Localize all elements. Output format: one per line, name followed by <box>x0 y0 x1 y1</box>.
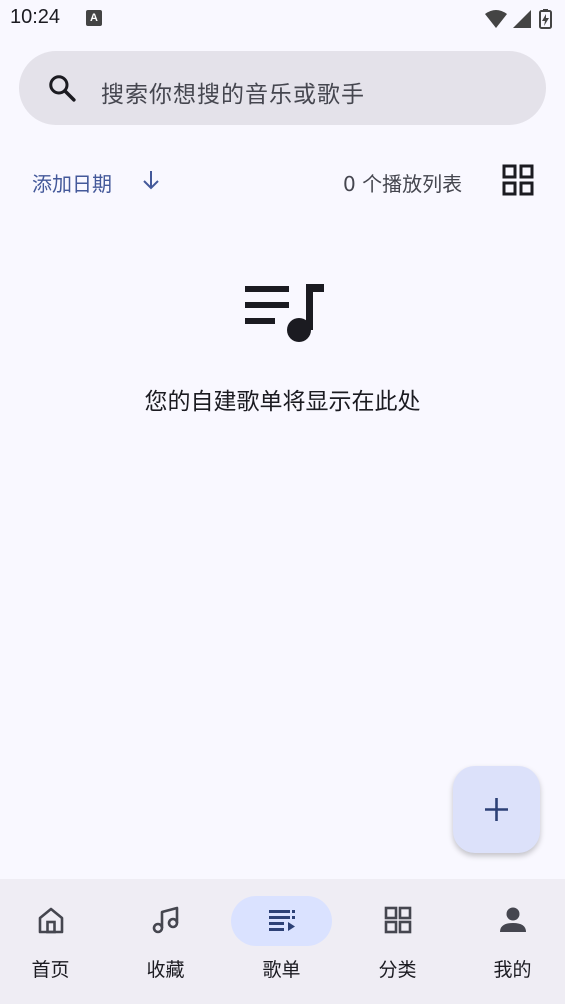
signal-icon <box>513 10 531 28</box>
music-note-icon <box>152 906 179 934</box>
grid-icon <box>384 906 412 934</box>
bottom-nav: 首页 收藏 歌单 分类 我的 <box>0 879 565 1004</box>
nav-label: 收藏 <box>146 959 185 981</box>
arrow-down-icon[interactable] <box>140 168 162 192</box>
battery-icon <box>539 9 552 29</box>
status-icons <box>483 8 555 34</box>
search-icon[interactable] <box>47 73 77 103</box>
grid-view-icon[interactable] <box>502 164 534 196</box>
sort-by-date-button[interactable]: 添加日期 <box>32 168 112 197</box>
add-icon <box>485 798 508 821</box>
nav-item-categories[interactable]: 分类 <box>341 879 454 1004</box>
nav-item-home[interactable]: 首页 <box>0 879 107 1004</box>
nav-label: 歌单 <box>262 959 301 981</box>
nav-label: 分类 <box>378 959 417 981</box>
nav-item-favorites[interactable]: 收藏 <box>109 879 222 1004</box>
person-icon <box>500 907 526 932</box>
nav-item-playlist[interactable]: 歌单 <box>225 879 338 1004</box>
status-bar: 10:24 A <box>0 0 565 40</box>
playlist-count: 0 个播放列表 <box>343 172 463 196</box>
nav-item-profile[interactable]: 我的 <box>456 879 565 1004</box>
playlist-music-icon <box>245 284 324 342</box>
search-bar[interactable]: 搜索你想搜的音乐或歌手 <box>19 51 546 125</box>
notification-badge-icon: A <box>86 10 102 26</box>
nav-label: 我的 <box>493 959 532 981</box>
search-input[interactable]: 搜索你想搜的音乐或歌手 <box>101 75 365 109</box>
playlist-icon <box>269 910 295 931</box>
wifi-icon <box>485 10 507 28</box>
add-playlist-button[interactable] <box>453 766 540 853</box>
home-icon <box>38 907 64 934</box>
status-time: 10:24 <box>10 6 61 28</box>
nav-label: 首页 <box>31 959 70 981</box>
empty-state-message: 您的自建歌单将显示在此处 <box>144 389 421 415</box>
